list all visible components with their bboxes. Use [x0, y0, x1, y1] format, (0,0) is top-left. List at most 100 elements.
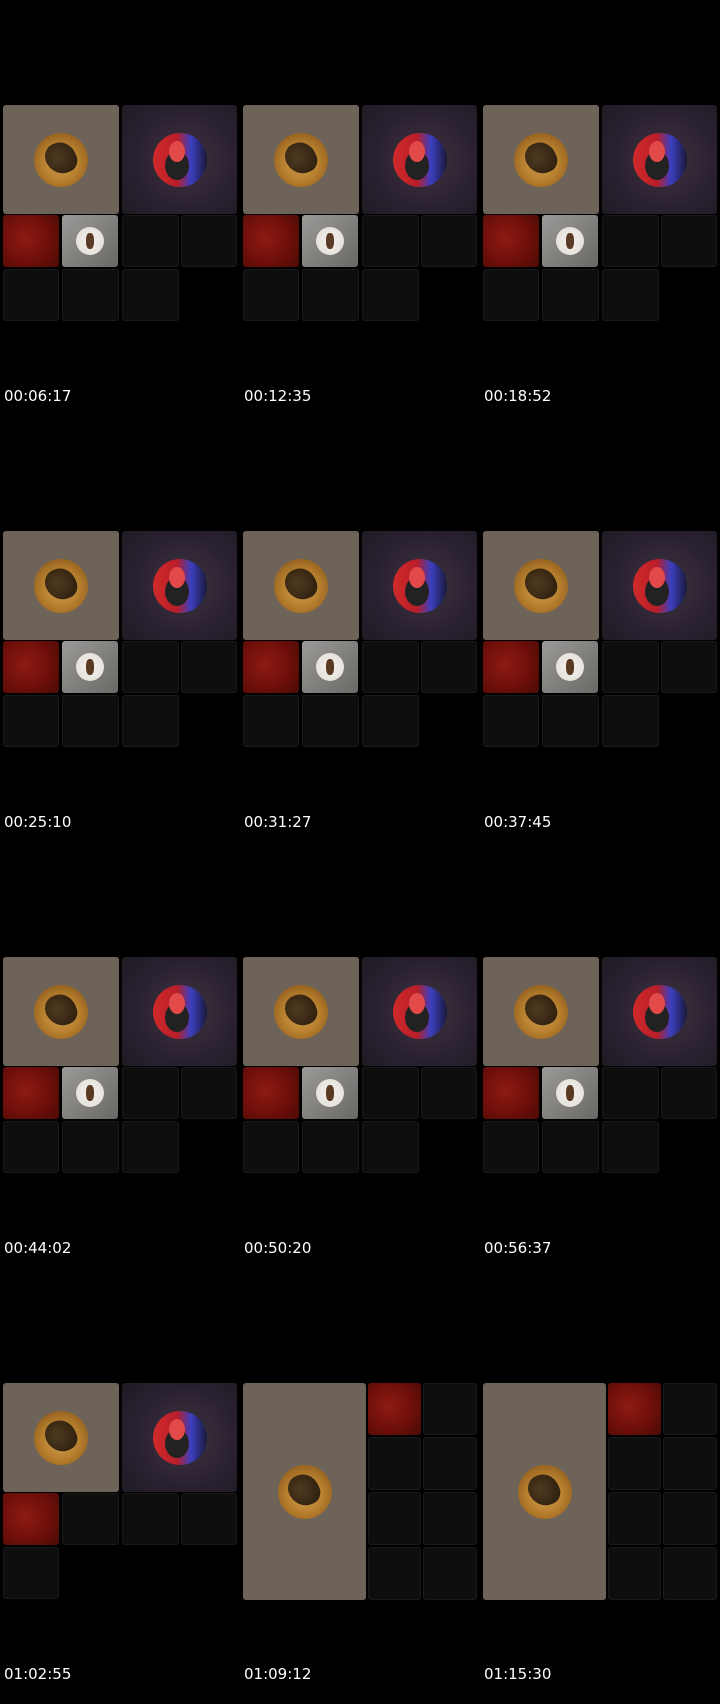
video-tile-empty: [243, 695, 299, 747]
frame-timestamp: 00:12:35: [244, 387, 312, 405]
video-tile-empty: [542, 269, 599, 321]
frame-timestamp: 00:25:10: [4, 813, 72, 831]
video-tile-empty: [483, 1121, 539, 1173]
video-tile-empty: [368, 1492, 421, 1545]
participant-avatar-red: [632, 558, 687, 613]
video-tile-red: [483, 1067, 539, 1119]
participant-avatar-gold: [34, 984, 88, 1039]
video-tile-main: [483, 957, 599, 1066]
video-tile-grey: [542, 215, 598, 267]
participant-avatar-gold: [274, 132, 328, 187]
frame-thumbnail[interactable]: 00:44:02: [0, 852, 240, 1278]
video-tile-empty: [122, 641, 179, 693]
video-tile-main: [243, 1383, 366, 1600]
video-tile-grey: [62, 641, 118, 693]
participant-avatar-white: [556, 1079, 584, 1107]
video-tile-empty: [3, 695, 59, 747]
video-tile-red: [608, 1383, 661, 1435]
video-tile-grey: [62, 215, 118, 267]
participant-avatar-gold: [514, 132, 568, 187]
video-tile-empty: [181, 1067, 237, 1119]
participant-avatar-gold: [274, 558, 328, 613]
video-tile-empty: [243, 269, 299, 321]
participant-avatar-white: [556, 227, 584, 255]
participant-avatar-red: [632, 984, 687, 1039]
participant-avatar-red: [632, 132, 687, 187]
video-tile-empty: [602, 215, 659, 267]
video-tile-empty: [362, 269, 419, 321]
frame-timestamp: 00:06:17: [4, 387, 72, 405]
video-tile-red: [3, 641, 59, 693]
frame-timestamp: 00:31:27: [244, 813, 312, 831]
video-tile-empty: [602, 695, 659, 747]
video-tile-empty: [423, 1547, 477, 1600]
video-tile-empty: [663, 1383, 717, 1435]
video-tile-grey: [542, 1067, 598, 1119]
frame-thumbnail[interactable]: 01:15:30: [480, 1278, 720, 1704]
video-tile-purple: [362, 105, 477, 214]
participant-avatar-gold: [514, 984, 568, 1039]
video-tile-red: [368, 1383, 421, 1435]
participant-avatar-white: [76, 653, 104, 681]
participant-avatar-red: [392, 132, 447, 187]
video-tile-red: [3, 215, 59, 267]
video-tile-main: [483, 1383, 606, 1600]
participant-avatar-red: [392, 984, 447, 1039]
frame-thumbnail[interactable]: 00:06:17: [0, 0, 240, 426]
video-tile-empty: [243, 1121, 299, 1173]
video-tile-purple: [602, 957, 717, 1066]
video-tile-purple: [362, 531, 477, 640]
frame-timestamp: 01:02:55: [4, 1665, 72, 1683]
video-tile-empty: [663, 1437, 717, 1490]
frame-timestamp: 00:18:52: [484, 387, 552, 405]
video-tile-empty: [542, 1121, 599, 1173]
video-tile-red: [243, 1067, 299, 1119]
video-tile-empty: [661, 1067, 717, 1119]
video-tile-empty: [122, 1121, 179, 1173]
frame-thumbnail[interactable]: 01:09:12: [240, 1278, 480, 1704]
frame-thumbnail[interactable]: 00:56:37: [480, 852, 720, 1278]
participant-avatar-red: [392, 558, 447, 613]
video-tile-empty: [421, 641, 477, 693]
video-tile-empty: [362, 215, 419, 267]
frame-thumbnail[interactable]: 00:12:35: [240, 0, 480, 426]
video-tile-empty: [661, 215, 717, 267]
video-tile-empty: [181, 215, 237, 267]
video-tile-empty: [181, 641, 237, 693]
video-tile-empty: [423, 1383, 477, 1435]
participant-avatar-white: [76, 227, 104, 255]
frame-thumbnail[interactable]: 00:50:20: [240, 852, 480, 1278]
video-tile-purple: [602, 105, 717, 214]
video-tile-empty: [608, 1492, 661, 1545]
video-tile-empty: [663, 1547, 717, 1600]
frame-thumbnail[interactable]: 00:18:52: [480, 0, 720, 426]
frame-thumbnail[interactable]: 00:37:45: [480, 426, 720, 852]
frame-thumbnail[interactable]: 01:02:55: [0, 1278, 240, 1704]
video-tile-empty: [122, 269, 179, 321]
frame-timestamp: 00:56:37: [484, 1239, 552, 1257]
video-tile-purple: [602, 531, 717, 640]
video-contact-sheet: { "contact_sheet": { "frames": [ {"times…: [0, 0, 720, 1704]
video-tile-grey: [542, 641, 598, 693]
video-tile-empty: [62, 1493, 119, 1545]
frame-timestamp: 01:15:30: [484, 1665, 552, 1683]
video-tile-empty: [608, 1547, 661, 1600]
participant-avatar-white: [556, 653, 584, 681]
video-tile-empty: [602, 641, 659, 693]
video-tile-empty: [362, 641, 419, 693]
video-tile-empty: [483, 269, 539, 321]
participant-avatar-white: [76, 1079, 104, 1107]
frame-timestamp: 01:09:12: [244, 1665, 312, 1683]
frame-thumbnail[interactable]: 00:31:27: [240, 426, 480, 852]
video-tile-main: [243, 957, 359, 1066]
video-tile-red: [483, 641, 539, 693]
participant-avatar-red: [152, 558, 207, 613]
video-tile-main: [243, 531, 359, 640]
frame-thumbnail[interactable]: 00:25:10: [0, 426, 240, 852]
participant-avatar-red: [152, 132, 207, 187]
video-tile-grey: [302, 1067, 358, 1119]
video-tile-red: [243, 215, 299, 267]
video-tile-red: [3, 1493, 59, 1545]
video-tile-grey: [302, 641, 358, 693]
video-tile-empty: [362, 1067, 419, 1119]
